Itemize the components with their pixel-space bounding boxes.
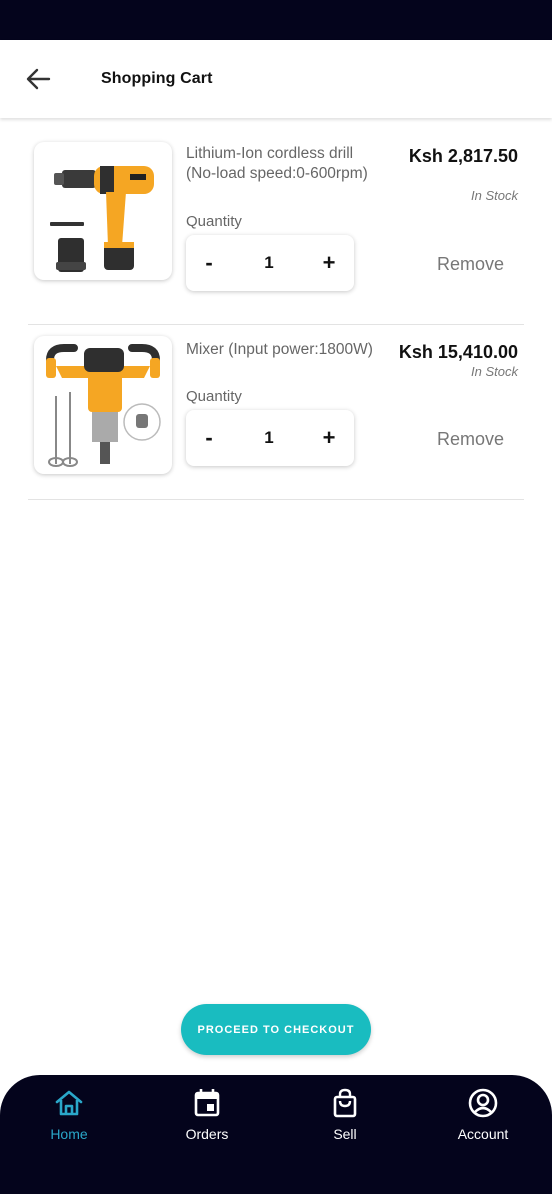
home-icon — [55, 1090, 83, 1116]
product-name[interactable]: Lithium-Ion cordless drill (No-load spee… — [186, 144, 386, 184]
divider — [28, 324, 524, 325]
quantity-label: Quantity — [186, 388, 242, 405]
cart-item: Lithium-Ion cordless drill (No-load spee… — [28, 140, 524, 310]
nav-item-account[interactable]: Account — [428, 1075, 538, 1155]
decrease-quantity-button[interactable]: - — [194, 410, 224, 466]
nav-item-orders[interactable]: Orders — [152, 1075, 262, 1155]
nav-label-sell: Sell — [333, 1126, 357, 1142]
nav-label-account: Account — [457, 1126, 509, 1142]
increase-quantity-button[interactable]: + — [314, 235, 344, 291]
stock-status: In Stock — [471, 364, 518, 379]
remove-button[interactable]: Remove — [437, 254, 504, 275]
page-title: Shopping Cart — [101, 70, 213, 87]
nav-label-orders: Orders — [185, 1126, 229, 1142]
remove-button[interactable]: Remove — [437, 429, 504, 450]
calendar-icon — [194, 1089, 220, 1117]
drill-image — [50, 166, 154, 272]
quantity-value: 1 — [264, 428, 274, 447]
quantity-value: 1 — [264, 253, 274, 272]
stock-status: In Stock — [471, 188, 518, 203]
nav-label-home: Home — [50, 1126, 88, 1142]
mixer-image — [46, 344, 161, 467]
product-name[interactable]: Mixer (Input power:1800W) — [186, 340, 396, 360]
arrow-left-icon — [26, 68, 51, 90]
bottom-navigation: Home Orders Sell Account — [0, 1075, 552, 1194]
product-price: Ksh 15,410.00 — [398, 342, 518, 362]
product-price: Ksh 2,817.50 — [408, 146, 518, 166]
quantity-stepper: - 1 + — [186, 410, 354, 466]
product-image-drill[interactable] — [34, 142, 172, 280]
decrease-quantity-button[interactable]: - — [194, 235, 224, 291]
shopping-bag-icon — [333, 1088, 357, 1118]
product-image-mixer[interactable] — [34, 336, 172, 474]
proceed-to-checkout-button[interactable]: PROCEED TO CHECKOUT — [181, 1004, 371, 1055]
quantity-label: Quantity — [186, 213, 242, 230]
nav-item-sell[interactable]: Sell — [290, 1075, 400, 1155]
account-circle-icon — [468, 1088, 498, 1118]
status-bar — [0, 0, 552, 40]
cart-item: Mixer (Input power:1800W) Ksh 15,410.00 … — [28, 336, 524, 496]
divider — [28, 499, 524, 500]
increase-quantity-button[interactable]: + — [314, 410, 344, 466]
app-header: Shopping Cart — [0, 40, 552, 118]
back-button[interactable] — [22, 62, 56, 96]
nav-item-home[interactable]: Home — [14, 1075, 124, 1155]
quantity-stepper: - 1 + — [186, 235, 354, 291]
